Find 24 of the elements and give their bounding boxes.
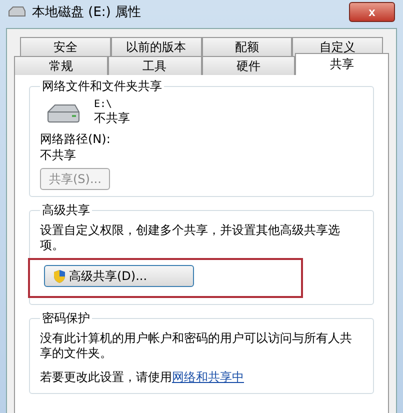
- network-path-value: 不共享: [40, 147, 76, 163]
- group-title: 网络文件和文件夹共享: [41, 78, 163, 95]
- network-path-label: 网络路径(N):: [40, 131, 110, 147]
- tab[interactable]: 工具: [108, 56, 202, 75]
- tab[interactable]: 安全: [20, 37, 111, 56]
- drive-icon: [8, 6, 26, 18]
- tab[interactable]: 硬件: [202, 56, 296, 75]
- group-title: 高级共享: [41, 202, 91, 219]
- change-setting-text: 若要更改此设置，请使用: [40, 370, 172, 384]
- tab[interactable]: 共享: [295, 53, 389, 75]
- tab[interactable]: 以前的版本: [110, 37, 202, 56]
- drive-path: E:\: [94, 99, 114, 110]
- network-center-link[interactable]: 网络和共享中: [172, 370, 244, 384]
- tab[interactable]: 常规: [14, 56, 108, 75]
- group-title: 密码保护: [41, 310, 91, 327]
- drive-icon: [46, 103, 80, 123]
- advanced-sharing-button[interactable]: 高级共享(D)...: [44, 265, 194, 287]
- close-button[interactable]: x: [349, 2, 395, 22]
- shield-icon: [53, 268, 66, 284]
- tab[interactable]: 配额: [202, 37, 292, 56]
- description-text: 设置自定义权限，创建多个共享，并设置其他高级共享选项。: [40, 223, 341, 253]
- window-title: 本地磁盘 (E:) 属性: [32, 4, 142, 21]
- share-status: 不共享: [94, 110, 130, 127]
- description-text: 没有此计算机的用户帐户和密码的用户可以访问与所有人共享的文件夹。: [40, 331, 353, 361]
